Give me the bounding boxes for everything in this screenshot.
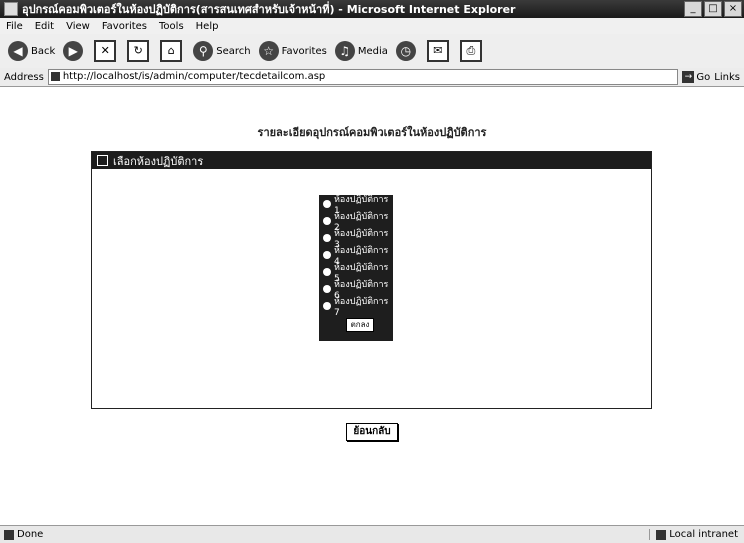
status-text: Done: [17, 529, 44, 540]
close-button[interactable]: ×: [724, 1, 742, 17]
search-icon: ⚲: [193, 41, 214, 61]
radio-button[interactable]: [323, 233, 331, 242]
menu-edit[interactable]: Edit: [29, 21, 60, 32]
address-input[interactable]: http://localhost/is/admin/computer/tecde…: [47, 69, 679, 85]
ie-app-icon: [4, 2, 18, 16]
history-icon: ◷: [395, 41, 416, 61]
status-bar: Done Local intranet: [0, 525, 744, 543]
print-button[interactable]: ⎙: [459, 40, 485, 62]
go-button[interactable]: → Go: [682, 71, 710, 83]
back-page-button[interactable]: ย้อนกลับ: [346, 423, 398, 441]
room-option-label: ห้องปฏิบัติการ 7: [334, 296, 389, 318]
menu-file[interactable]: File: [0, 21, 29, 32]
window-title: อุปกรณ์คอมพิวเตอร์ในห้องปฏิบัติการ(สารสน…: [22, 3, 516, 16]
stop-icon: ✕: [94, 40, 117, 62]
radio-button[interactable]: [323, 267, 331, 276]
browser-toolbar: ◀ Back ▶ ✕ ↻ ⌂ ⚲ Search ☆ Favorites ♫ Me…: [0, 34, 744, 69]
refresh-button[interactable]: ↻: [127, 40, 152, 62]
search-button[interactable]: ⚲ Search: [193, 41, 251, 61]
history-button[interactable]: ◷: [395, 41, 419, 61]
panel-window-icon: [97, 155, 108, 166]
go-arrow-icon: →: [682, 71, 695, 83]
forward-arrow-icon: ▶: [63, 41, 84, 61]
window-controls: _ □ ×: [684, 1, 742, 17]
page-icon: [50, 72, 60, 81]
search-label: Search: [216, 45, 251, 57]
mail-button[interactable]: ✉: [426, 40, 452, 62]
favorites-label: Favorites: [281, 45, 327, 57]
links-button[interactable]: Links: [714, 72, 744, 83]
forward-nav-button[interactable]: ▶: [63, 41, 86, 61]
favorites-star-icon: ☆: [258, 41, 279, 61]
intranet-icon: [656, 529, 667, 540]
radio-button[interactable]: [323, 199, 331, 208]
mail-icon: ✉: [426, 40, 449, 62]
address-url: http://localhost/is/admin/computer/tecde…: [62, 71, 326, 82]
media-label: Media: [357, 45, 388, 57]
radio-button[interactable]: [323, 216, 331, 225]
menu-view[interactable]: View: [60, 21, 96, 32]
radio-button[interactable]: [323, 301, 331, 310]
go-label: Go: [696, 71, 711, 83]
page-content: รายละเอียดอุปกรณ์คอมพิวเตอร์ในห้องปฏิบัต…: [0, 87, 744, 525]
room-select-panel: เลือกห้องปฏิบัติการ ห้องปฏิบัติการ 1 ห้อ…: [91, 151, 652, 409]
maximize-button[interactable]: □: [704, 1, 722, 17]
room-radio-list: ห้องปฏิบัติการ 1 ห้องปฏิบัติการ 2 ห้องปฏ…: [319, 195, 393, 341]
menu-help[interactable]: Help: [190, 21, 225, 32]
zone-label: Local intranet: [669, 529, 738, 540]
menu-favorites[interactable]: Favorites: [96, 21, 153, 32]
radio-button[interactable]: [323, 284, 331, 293]
minimize-button[interactable]: _: [684, 1, 702, 17]
media-button[interactable]: ♫ Media: [334, 41, 388, 61]
address-bar: Address http://localhost/is/admin/comput…: [0, 68, 744, 87]
page-heading: รายละเอียดอุปกรณ์คอมพิวเตอร์ในห้องปฏิบัต…: [257, 126, 487, 139]
window-title-bar: อุปกรณ์คอมพิวเตอร์ในห้องปฏิบัติการ(สารสน…: [0, 0, 744, 18]
stop-button[interactable]: ✕: [94, 40, 119, 62]
radio-button[interactable]: [323, 250, 331, 259]
menu-bar: File Edit View Favorites Tools Help: [0, 18, 744, 35]
ok-button[interactable]: ตกลง: [346, 318, 374, 332]
back-nav-label: Back: [31, 45, 56, 57]
print-icon: ⎙: [459, 40, 482, 62]
panel-header: เลือกห้องปฏิบัติการ: [92, 152, 651, 169]
back-nav-button[interactable]: ◀ Back: [8, 41, 55, 61]
address-label: Address: [4, 71, 44, 83]
home-button[interactable]: ⌂: [160, 40, 185, 62]
refresh-icon: ↻: [127, 40, 150, 62]
menu-tools[interactable]: Tools: [153, 21, 190, 32]
room-option-7[interactable]: ห้องปฏิบัติการ 7: [319, 297, 393, 318]
panel-title: เลือกห้องปฏิบัติการ: [113, 154, 204, 168]
back-arrow-icon: ◀: [8, 41, 28, 61]
page-done-icon: [4, 529, 14, 540]
favorites-button[interactable]: ☆ Favorites: [258, 41, 327, 61]
security-zone: Local intranet: [649, 529, 744, 540]
media-icon: ♫: [334, 41, 355, 61]
home-icon: ⌂: [160, 40, 183, 62]
